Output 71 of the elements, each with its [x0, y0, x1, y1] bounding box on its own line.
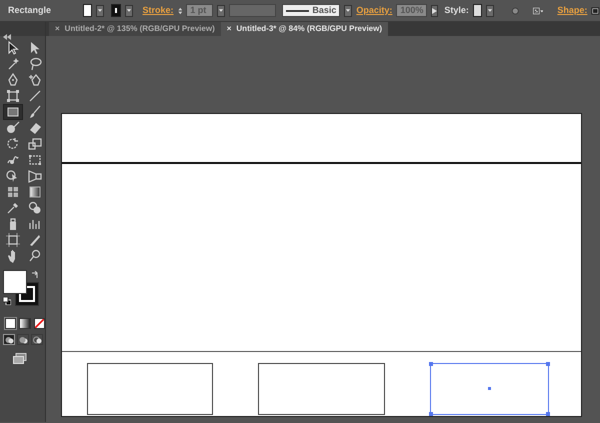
default-colors-icon[interactable] — [3, 297, 11, 305]
color-mode-button[interactable] — [5, 318, 16, 329]
none-mode-button[interactable] — [34, 318, 45, 329]
document-tab[interactable]: × Untitled-2* @ 135% (RGB/GPU Preview) — [49, 22, 221, 36]
perspective-icon — [28, 169, 42, 183]
dropdown-button[interactable] — [344, 4, 352, 16]
bounding-box-icon — [6, 89, 20, 103]
stroke-label[interactable]: Stroke: — [142, 4, 174, 18]
style-swatch[interactable] — [472, 4, 482, 17]
arrow-button[interactable] — [431, 4, 438, 16]
dropdown-button[interactable] — [96, 4, 104, 16]
draw-mode-button[interactable] — [3, 334, 15, 345]
caret-icon — [218, 8, 224, 13]
dropdown-button[interactable] — [486, 4, 494, 16]
stroke-swatch[interactable] — [111, 4, 121, 17]
brush-field[interactable]: Basic — [282, 4, 340, 17]
artboard-icon — [6, 233, 20, 247]
shape-icon[interactable] — [591, 4, 600, 16]
rotate-icon — [6, 137, 20, 151]
dropdown-button[interactable] — [216, 4, 225, 16]
arrow-icon — [28, 41, 42, 55]
wand-icon — [6, 57, 20, 71]
eraser-icon — [28, 121, 42, 135]
gradient-mode-button[interactable] — [19, 318, 31, 329]
globe-icon[interactable] — [512, 6, 519, 16]
scale-icon — [28, 137, 42, 151]
lasso-icon — [28, 57, 42, 71]
tool-name: Rectangle — [8, 4, 52, 17]
stroke-line-icon — [286, 8, 310, 12]
arrow-icon — [6, 41, 20, 55]
caret-icon — [487, 8, 494, 13]
close-tab-button[interactable]: × — [55, 23, 60, 35]
style-label: Style: — [444, 4, 469, 17]
screen-mode-icon[interactable] — [13, 353, 27, 364]
tool-button[interactable] — [3, 232, 23, 248]
fill-swatch[interactable] — [83, 4, 92, 17]
caret-icon — [345, 8, 352, 13]
brush-icon — [28, 105, 42, 119]
gradient-icon — [28, 185, 42, 199]
shape-label[interactable]: Shape: — [557, 4, 588, 18]
bar-graph-icon — [28, 217, 42, 231]
draw-mode-button[interactable] — [17, 334, 29, 345]
grid-icon[interactable] — [532, 6, 544, 16]
swap-icon[interactable] — [31, 271, 39, 279]
line-icon — [28, 89, 42, 103]
eyedropper-icon — [6, 201, 20, 215]
tab-title: Untitled-2* @ 135% (RGB/GPU Preview) — [64, 23, 215, 35]
pen-icon — [6, 73, 20, 87]
warp-icon — [6, 153, 20, 167]
caret-icon — [97, 8, 104, 13]
pen-icon — [28, 73, 42, 87]
knife-icon — [28, 233, 42, 247]
blob-brush-icon — [6, 121, 20, 135]
dropdown-button[interactable] — [124, 4, 133, 16]
draw-mode-button[interactable] — [31, 334, 43, 345]
brush-name: Basic — [312, 4, 336, 17]
variable-width-field[interactable] — [228, 4, 276, 17]
opacity-label[interactable]: Opacity: — [356, 4, 392, 18]
close-tab-button[interactable]: × — [226, 23, 232, 35]
tab-title: Untitled-3* @ 84% (RGB/GPU Preview) — [236, 23, 382, 35]
tool-button[interactable] — [3, 104, 23, 120]
transform-icon — [28, 153, 42, 167]
caret-icon — [126, 8, 132, 13]
collapse-icon[interactable] — [3, 34, 11, 40]
document-tab[interactable]: × Untitled-3* @ 84% (RGB/GPU Preview) — [220, 22, 388, 36]
rectangle-icon — [6, 105, 20, 119]
search-icon — [28, 249, 42, 263]
fill-stroke-swatches[interactable] — [3, 270, 39, 306]
blend-icon — [28, 201, 42, 215]
mesh-icon — [6, 185, 20, 199]
triangle-icon — [432, 8, 438, 14]
